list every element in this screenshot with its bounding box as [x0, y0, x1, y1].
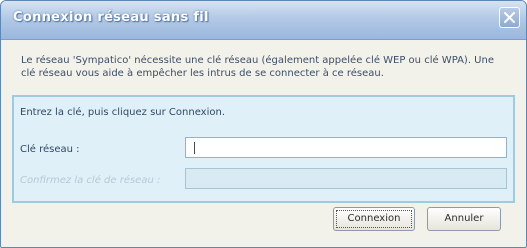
connect-button[interactable]: Connexion [333, 207, 415, 231]
dialog-window: Connexion réseau sans fil Le réseau 'Sym… [0, 0, 527, 248]
instruction-text: Entrez la clé, puis cliquez sur Connexio… [20, 107, 226, 118]
network-key-input[interactable] [185, 137, 507, 158]
window-title: Connexion réseau sans fil [13, 10, 209, 25]
close-icon [504, 12, 515, 23]
title-bar[interactable]: Connexion réseau sans fil [1, 1, 526, 40]
confirm-key-input [185, 168, 507, 189]
description-text: Le réseau 'Sympatico' nécessite une clé … [21, 55, 494, 79]
text-caret [194, 142, 195, 154]
key-entry-group: Entrez la clé, puis cliquez sur Connexio… [12, 95, 515, 203]
confirm-key-label: Confirmez la clé de réseau : [20, 175, 161, 186]
network-key-label: Clé réseau : [20, 144, 80, 155]
close-button[interactable] [499, 7, 520, 28]
cancel-button[interactable]: Annuler [427, 207, 501, 231]
